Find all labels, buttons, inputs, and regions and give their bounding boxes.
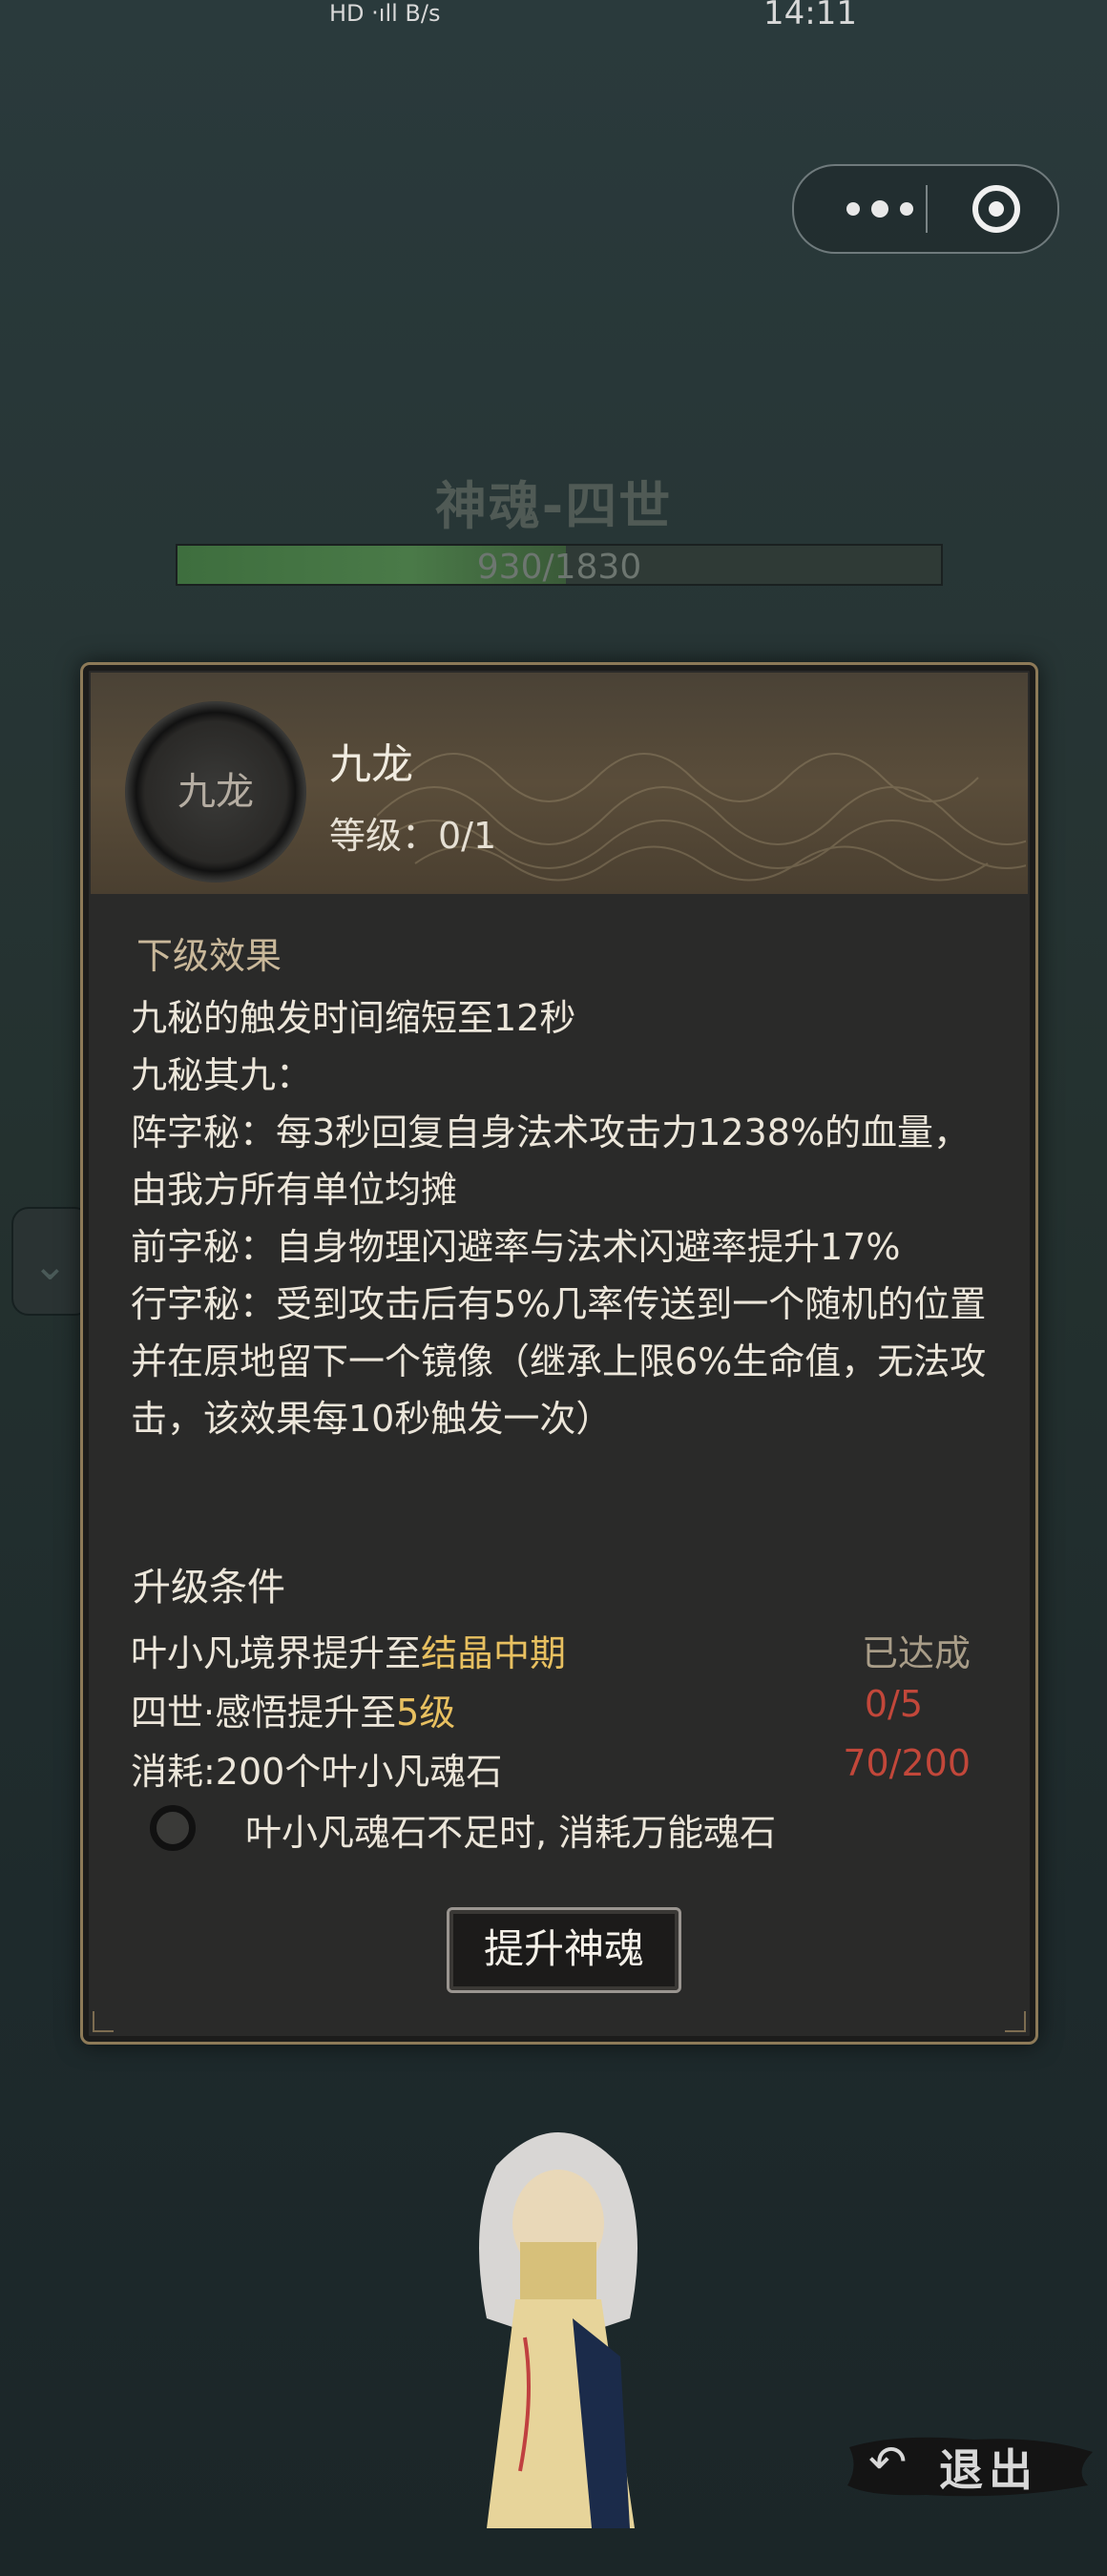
- capsule-divider: [926, 185, 928, 233]
- clock: 14:11: [763, 0, 857, 32]
- chevron-down-icon: ⌄: [32, 1241, 68, 1290]
- condition-text: 叶小凡境界提升至: [131, 1632, 422, 1674]
- upgrade-conditions-title: 升级条件: [133, 1566, 285, 1610]
- effect-line: 九秘的触发时间缩短至12秒: [131, 997, 576, 1039]
- close-target-icon[interactable]: [971, 183, 1022, 235]
- network-speed: HD ‧ıll B/s: [329, 0, 441, 27]
- more-icon[interactable]: [832, 193, 928, 225]
- condition-text: 四世·感悟提升至: [131, 1692, 397, 1734]
- condition-row: 叶小凡境界提升至结晶中期 已达成: [131, 1624, 971, 1681]
- dialog-header: 九龙 九龙 等级：0/1: [91, 673, 1028, 894]
- effect-line: 九秘其九：: [131, 1054, 313, 1096]
- exit-button[interactable]: ↶ 退出: [840, 2428, 1097, 2504]
- effect-description[interactable]: 九秘的触发时间缩短至12秒 九秘其九： 阵字秘：每3秒回复自身法术攻击力1238…: [131, 989, 990, 1543]
- avatar-label: 九龙: [178, 770, 254, 814]
- skill-level: 等级：0/1: [329, 815, 497, 857]
- upgrade-soul-button[interactable]: 提升神魂: [447, 1907, 681, 1993]
- toggle-label: 叶小凡魂石不足时, 消耗万能魂石: [245, 1812, 777, 1854]
- effect-line: 阵字秘：每3秒回复自身法术攻击力1238%的血量，由我方所有单位均摊: [131, 1111, 970, 1211]
- condition-highlight: 5级: [396, 1692, 456, 1734]
- condition-status: 70/200: [843, 1742, 971, 1784]
- miniprogram-capsule: [792, 164, 1059, 254]
- effect-line: 行字秘：受到攻击后有5%几率传送到一个随机的位置并在原地留下一个镜像（继承上限6…: [131, 1283, 987, 1440]
- character-sprite: [479, 2132, 637, 2528]
- universal-soulstone-toggle[interactable]: [150, 1805, 196, 1851]
- condition-status: 0/5: [864, 1683, 923, 1725]
- condition-text: 消耗:200个叶小凡魂石: [131, 1751, 503, 1793]
- soul-progress-bar: 930/1830: [176, 544, 943, 587]
- condition-highlight: 结晶中期: [421, 1632, 567, 1674]
- skill-name: 九龙: [329, 740, 413, 789]
- condition-row: 四世·感悟提升至5级 0/5: [131, 1683, 971, 1740]
- corner-ornament: [93, 2011, 114, 2032]
- next-effect-title: 下级效果: [136, 935, 282, 977]
- exit-label: 退出: [939, 2444, 1038, 2496]
- return-arrow-icon: ↶: [868, 2436, 908, 2489]
- condition-row: 消耗:200个叶小凡魂石 70/200: [131, 1742, 971, 1799]
- status-bar: HD ‧ıll B/s 14:11: [0, 0, 1107, 38]
- condition-status: 已达成: [861, 1632, 971, 1674]
- progress-text: 930/1830: [476, 548, 642, 587]
- skill-avatar: 九龙: [125, 701, 306, 883]
- skill-detail-dialog: 九龙 九龙 等级：0/1 下级效果 九秘的触发时间缩短至12秒 九秘其九： 阵字…: [80, 662, 1038, 2045]
- effect-line: 前字秘：自身物理闪避率与法术闪避率提升17%: [131, 1226, 901, 1268]
- soul-stage-title: 神魂-四世: [434, 476, 673, 536]
- corner-ornament: [1005, 2011, 1026, 2032]
